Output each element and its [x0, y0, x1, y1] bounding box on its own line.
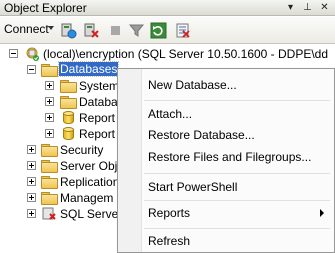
window-title: Object Explorer — [4, 1, 87, 15]
menu-item-start-powershell[interactable]: Start PowerShell — [118, 176, 334, 198]
folder-icon — [41, 176, 58, 189]
folder-icon — [41, 64, 58, 77]
expand-icon[interactable] — [27, 193, 36, 202]
menu-item-reports[interactable]: Reports — [118, 202, 334, 224]
folder-icon — [41, 192, 58, 205]
object-explorer-toolbar: Connect — [0, 17, 335, 44]
folder-icon — [60, 96, 77, 109]
menu-item-attach[interactable]: Attach... — [118, 103, 334, 125]
tree-item-label: SQL Server — [60, 207, 123, 221]
connect-server-icon[interactable] — [60, 22, 77, 39]
menu-item-label: New Database... — [148, 78, 237, 92]
menu-item-label: Restore Files and Filegroups... — [148, 150, 312, 164]
chevron-down-icon[interactable] — [48, 26, 54, 30]
server-label: (local)\encryption (SQL Server 10.50.160… — [43, 47, 329, 61]
tree-item-label: Report — [79, 127, 116, 141]
databases-label: Databases — [57, 61, 120, 77]
window-position-icon[interactable]: ▾ — [284, 1, 297, 14]
context-menu: New Database... Attach... Restore Databa… — [117, 68, 335, 253]
connect-button[interactable]: Connect — [4, 22, 49, 36]
menu-item-label: Start PowerShell — [148, 180, 238, 194]
submenu-arrow-icon — [320, 209, 324, 217]
tree-item-report-server-tempdb[interactable]: Report — [0, 126, 117, 142]
server-node[interactable]: (local)\encryption (SQL Server 10.50.160… — [0, 46, 335, 62]
tree-item-replication[interactable]: Replication — [0, 174, 120, 190]
menu-separator — [144, 173, 330, 174]
expand-icon[interactable] — [27, 209, 36, 218]
tree-item-label: Replication — [60, 175, 120, 189]
expand-icon[interactable] — [27, 161, 36, 170]
tree-item-report-server-db[interactable]: Report — [0, 110, 117, 126]
collapse-icon[interactable] — [9, 49, 18, 58]
auto-hide-icon[interactable]: ⊥ — [301, 1, 314, 14]
sql-agent-icon — [42, 207, 56, 220]
expand-icon[interactable] — [45, 81, 54, 90]
menu-item-restore-files[interactable]: Restore Files and Filegroups... — [118, 146, 334, 168]
expand-icon[interactable] — [45, 113, 54, 122]
tree-item-sql-server-agent[interactable]: SQL Server — [0, 206, 122, 222]
collapse-icon[interactable] — [27, 65, 36, 74]
folder-icon — [41, 160, 58, 173]
tree-item-system-databases[interactable]: System — [0, 78, 120, 94]
refresh-icon[interactable] — [150, 22, 167, 39]
menu-item-refresh[interactable]: Refresh — [118, 230, 334, 252]
tree-item-label: Security — [60, 143, 104, 157]
menu-item-label: Attach... — [148, 107, 193, 121]
tree-item-server-objects[interactable]: Server Obj — [0, 158, 117, 174]
folder-icon — [60, 80, 77, 93]
menu-separator — [144, 228, 330, 229]
tree-item-label: System — [79, 79, 120, 93]
folder-icon — [41, 144, 58, 157]
menu-item-new-database[interactable]: New Database... — [118, 74, 334, 96]
tree-item-security[interactable]: Security — [0, 142, 117, 158]
object-explorer-titlebar: Object Explorer ▾ ⊥ ✕ — [0, 0, 335, 16]
close-icon[interactable]: ✕ — [318, 1, 331, 14]
tree-item-management[interactable]: Managem — [0, 190, 117, 206]
expand-icon[interactable] — [27, 145, 36, 154]
stop-icon[interactable] — [107, 22, 124, 39]
filter-icon[interactable] — [128, 22, 145, 39]
menu-item-label: Refresh — [148, 234, 191, 248]
menu-separator — [144, 100, 330, 101]
server-icon — [26, 47, 39, 61]
databases-node[interactable]: Databases — [0, 61, 130, 78]
tree-item-database-snapshots[interactable]: Databa — [0, 94, 118, 110]
disconnect-icon[interactable] — [83, 22, 100, 39]
schema-icon[interactable] — [174, 22, 191, 39]
tree-item-label: Server Obj — [60, 159, 118, 173]
menu-item-label: Reports — [148, 206, 191, 220]
tree-item-label: Databa — [79, 95, 118, 109]
menu-separator — [144, 200, 330, 201]
database-icon — [63, 111, 74, 125]
expand-icon[interactable] — [45, 97, 54, 106]
expand-icon[interactable] — [45, 129, 54, 138]
menu-item-label: Restore Database... — [148, 128, 255, 142]
expand-icon[interactable] — [27, 177, 36, 186]
menu-item-restore-database[interactable]: Restore Database... — [118, 124, 334, 146]
database-icon — [63, 127, 74, 141]
tree-item-label: Report — [79, 111, 116, 125]
tree-item-label: Managem — [60, 191, 114, 205]
